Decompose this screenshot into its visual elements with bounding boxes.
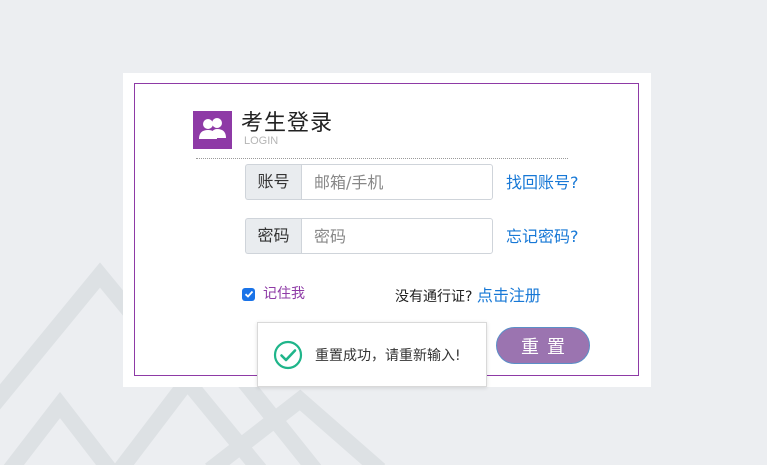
page-title: 考生登录 [241, 111, 334, 136]
password-field-group: 密码 [245, 218, 493, 254]
page-subtitle: LOGIN [244, 135, 279, 147]
register-link[interactable]: 点击注册 [477, 286, 541, 305]
recover-account-link[interactable]: 找回账号? [506, 173, 579, 193]
users-icon [193, 111, 232, 149]
toast-message: 重置成功，请重新输入! [315, 347, 461, 364]
forgot-password-link[interactable]: 忘记密码? [506, 227, 579, 247]
account-input[interactable] [301, 164, 493, 200]
check-circle-icon [273, 340, 303, 369]
password-input[interactable] [301, 218, 493, 254]
register-row: 没有通行证? 点击注册 [395, 286, 541, 307]
toast-notification: 重置成功，请重新输入! [257, 322, 487, 387]
title-divider [196, 158, 568, 159]
checkmark-icon [244, 290, 253, 298]
register-prompt: 没有通行证? [395, 289, 473, 305]
remember-me[interactable]: 记住我 [242, 285, 305, 303]
remember-checkbox[interactable] [242, 287, 255, 301]
reset-button[interactable]: 重置 [496, 327, 590, 364]
account-label: 账号 [245, 164, 301, 200]
remember-label: 记住我 [263, 286, 305, 302]
password-label: 密码 [245, 218, 301, 254]
account-field-group: 账号 [245, 164, 493, 200]
